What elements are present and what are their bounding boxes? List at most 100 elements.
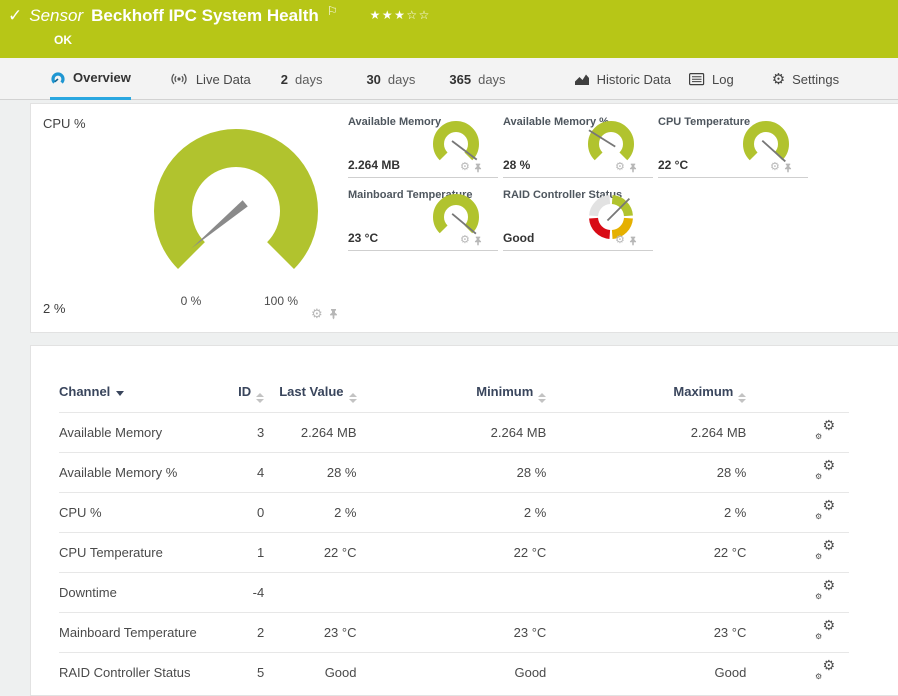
- star-filled-icon[interactable]: ★: [382, 8, 394, 22]
- column-header-last-value[interactable]: Last Value: [264, 384, 356, 413]
- tab-settings[interactable]: ⚙ Settings: [772, 58, 839, 100]
- pin-icon[interactable]: [629, 163, 637, 173]
- cell-last-value: 23 °C: [264, 613, 356, 653]
- cpu-gauge-holder[interactable]: [136, 114, 336, 292]
- sensor-status-badge: OK: [54, 33, 72, 47]
- channel-settings-gears-icon[interactable]: ⚙⚙: [813, 422, 835, 440]
- gear-icon[interactable]: ⚙: [460, 235, 470, 246]
- cell-maximum: 23 °C: [546, 613, 746, 653]
- gauge-icon: [50, 70, 66, 86]
- tab-30-days[interactable]: 30 days: [366, 58, 415, 100]
- star-filled-icon[interactable]: ★: [394, 8, 406, 22]
- table-row: CPU %02 %2 %2 %⚙⚙: [59, 493, 849, 533]
- cell-maximum: 2.264 MB: [546, 413, 746, 453]
- channel-settings-gears-icon[interactable]: ⚙⚙: [813, 622, 835, 640]
- cell-last-value: Good: [264, 653, 356, 693]
- cell-maximum: 2 %: [546, 493, 746, 533]
- channel-table: Channel ID Last Value Minimum Maximum Av…: [59, 384, 849, 692]
- tab-label: Overview: [73, 70, 131, 85]
- pin-icon[interactable]: [474, 236, 482, 246]
- cell-id: 0: [223, 493, 264, 533]
- sort-icon: [538, 393, 546, 403]
- gear-icon[interactable]: ⚙: [615, 235, 625, 246]
- tab-number: 2: [281, 72, 288, 87]
- sensor-header: ✓ Sensor Beckhoff IPC System Health ⚐ ★★…: [0, 0, 898, 58]
- main-gauge-value: 2 %: [43, 301, 65, 316]
- tab-label: Log: [712, 72, 734, 87]
- cell-last-value: [264, 573, 356, 613]
- cell-channel: Mainboard Temperature: [59, 613, 223, 653]
- mini-gauge-cpu-temperature[interactable]: CPU Temperature22 °C⚙: [658, 112, 808, 178]
- cell-actions: ⚙⚙: [746, 573, 849, 613]
- pin-icon[interactable]: [784, 163, 792, 173]
- pin-icon[interactable]: [474, 163, 482, 173]
- column-header-channel[interactable]: Channel: [59, 384, 223, 413]
- sensor-title: Beckhoff IPC System Health: [91, 6, 319, 26]
- channel-settings-gears-icon[interactable]: ⚙⚙: [813, 662, 835, 680]
- column-header-minimum[interactable]: Minimum: [357, 384, 547, 413]
- tab-historic-data[interactable]: Historic Data: [574, 58, 671, 100]
- channel-table-header-row: Channel ID Last Value Minimum Maximum: [59, 384, 849, 413]
- cell-channel: Available Memory: [59, 413, 223, 453]
- gear-icon[interactable]: ⚙: [770, 162, 780, 173]
- channel-settings-gears-icon[interactable]: ⚙⚙: [813, 462, 835, 480]
- tab-number: 30: [366, 72, 380, 87]
- live-data-icon: [169, 72, 189, 86]
- tab-live-data[interactable]: Live Data: [169, 58, 251, 100]
- mini-gauge-raid-controller-status[interactable]: RAID Controller StatusGood⚙: [503, 185, 653, 251]
- cell-maximum: 22 °C: [546, 533, 746, 573]
- tab-overview[interactable]: Overview: [50, 58, 131, 100]
- table-row: Mainboard Temperature223 °C23 °C23 °C⚙⚙: [59, 613, 849, 653]
- cell-minimum: [357, 573, 547, 613]
- cell-id: 1: [223, 533, 264, 573]
- cell-channel: Available Memory %: [59, 453, 223, 493]
- star-rating[interactable]: ★★★☆☆: [370, 8, 431, 22]
- table-row: Available Memory %428 %28 %28 %⚙⚙: [59, 453, 849, 493]
- gear-icon: ⚙: [772, 72, 785, 87]
- pin-icon[interactable]: [629, 236, 637, 246]
- tab-log[interactable]: Log: [689, 58, 734, 100]
- star-empty-icon[interactable]: ☆: [406, 8, 418, 22]
- mini-gauge-available-memory[interactable]: Available Memory %28 %⚙: [503, 112, 653, 178]
- cell-last-value: 22 °C: [264, 533, 356, 573]
- sensor-header-row: ✓ Sensor Beckhoff IPC System Health ⚐ ★★…: [8, 6, 431, 26]
- cell-minimum: Good: [357, 653, 547, 693]
- column-header-id[interactable]: ID: [223, 384, 264, 413]
- column-header-maximum[interactable]: Maximum: [546, 384, 746, 413]
- tab-365-days[interactable]: 365 days: [449, 58, 505, 100]
- star-empty-icon[interactable]: ☆: [419, 8, 431, 22]
- table-row: RAID Controller Status5GoodGoodGood⚙⚙: [59, 653, 849, 693]
- prtg-sensor-page: { "header": { "kind": "Sensor", "title":…: [0, 0, 898, 696]
- tab-2-days[interactable]: 2 days: [281, 58, 323, 100]
- sort-icon: [349, 393, 357, 403]
- tab-label: days: [295, 72, 322, 87]
- cell-last-value: 28 %: [264, 453, 356, 493]
- mini-gauge-value: Good: [503, 231, 534, 245]
- object-kind-label: Sensor: [29, 6, 83, 26]
- mini-gauge-mainboard-temperature[interactable]: Mainboard Temperature23 °C⚙: [348, 185, 498, 251]
- cell-maximum: 28 %: [546, 453, 746, 493]
- channel-settings-gears-icon[interactable]: ⚙⚙: [813, 542, 835, 560]
- historic-chart-icon: [574, 73, 590, 86]
- sort-icon: [738, 393, 746, 403]
- main-gauge-title: CPU %: [43, 116, 86, 131]
- cell-minimum: 23 °C: [357, 613, 547, 653]
- mini-gauge-available-memory[interactable]: Available Memory2.264 MB⚙: [348, 112, 498, 178]
- cell-actions: ⚙⚙: [746, 533, 849, 573]
- table-row: Downtime-4⚙⚙: [59, 573, 849, 613]
- cell-maximum: [546, 573, 746, 613]
- gear-icon[interactable]: ⚙: [460, 162, 470, 173]
- channel-settings-gears-icon[interactable]: ⚙⚙: [813, 582, 835, 600]
- channel-table-panel: Channel ID Last Value Minimum Maximum Av…: [30, 345, 898, 696]
- table-row: CPU Temperature122 °C22 °C22 °C⚙⚙: [59, 533, 849, 573]
- table-row: Available Memory32.264 MB2.264 MB2.264 M…: [59, 413, 849, 453]
- gear-icon[interactable]: ⚙: [615, 162, 625, 173]
- gear-icon[interactable]: ⚙: [311, 307, 323, 320]
- sort-icon: [256, 393, 264, 403]
- pin-icon[interactable]: [329, 308, 338, 320]
- priority-flag-icon[interactable]: ⚐: [327, 4, 338, 18]
- cell-id: 2: [223, 613, 264, 653]
- tab-label: days: [388, 72, 415, 87]
- star-filled-icon[interactable]: ★: [370, 8, 382, 22]
- channel-settings-gears-icon[interactable]: ⚙⚙: [813, 502, 835, 520]
